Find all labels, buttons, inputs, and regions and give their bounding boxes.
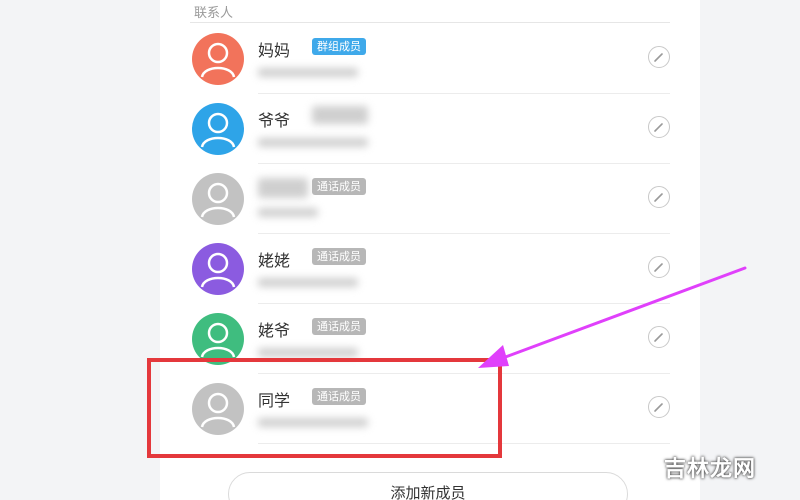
highlight-box bbox=[147, 358, 502, 458]
status-badge: 群组成员 bbox=[312, 38, 366, 55]
contact-name: 姥姥 bbox=[258, 251, 291, 270]
contact-row-mom[interactable]: 妈妈 群组成员 bbox=[160, 24, 700, 94]
redacted-phone bbox=[258, 208, 318, 217]
avatar-person-icon bbox=[192, 243, 244, 295]
contact-row-grandma-maternal[interactable]: 姥姥 通话成员 bbox=[160, 234, 700, 304]
avatar-person-icon bbox=[192, 33, 244, 85]
edit-pencil-icon[interactable] bbox=[648, 46, 670, 68]
redacted-name bbox=[258, 178, 308, 198]
redacted-phone bbox=[258, 138, 368, 147]
watermark-text: 吉林龙网 bbox=[664, 457, 757, 482]
status-badge: 通话成员 bbox=[312, 318, 366, 335]
add-new-member-button[interactable]: 添加新成员 bbox=[228, 472, 628, 500]
redacted-phone bbox=[258, 278, 358, 287]
edit-pencil-icon[interactable] bbox=[648, 326, 670, 348]
section-divider bbox=[190, 22, 670, 23]
section-label-contacts: 联系人 bbox=[194, 6, 234, 21]
edit-pencil-icon[interactable] bbox=[648, 116, 670, 138]
contact-name: 姥爷 bbox=[258, 321, 291, 340]
avatar-person-icon bbox=[192, 173, 244, 225]
redacted-phone bbox=[258, 348, 358, 357]
edit-pencil-icon[interactable] bbox=[648, 186, 670, 208]
contact-row-grandpa[interactable]: 爷爷 bbox=[160, 94, 700, 164]
edit-pencil-icon[interactable] bbox=[648, 396, 670, 418]
redacted-phone bbox=[258, 68, 358, 77]
status-badge: 通话成员 bbox=[312, 178, 366, 195]
redacted-badge bbox=[312, 106, 368, 124]
contact-name: 爷爷 bbox=[258, 111, 291, 130]
contact-name: 妈妈 bbox=[258, 41, 291, 60]
contact-row-redacted[interactable]: 通话成员 bbox=[160, 164, 700, 234]
edit-pencil-icon[interactable] bbox=[648, 256, 670, 278]
avatar-person-icon bbox=[192, 103, 244, 155]
status-badge: 通话成员 bbox=[312, 248, 366, 265]
